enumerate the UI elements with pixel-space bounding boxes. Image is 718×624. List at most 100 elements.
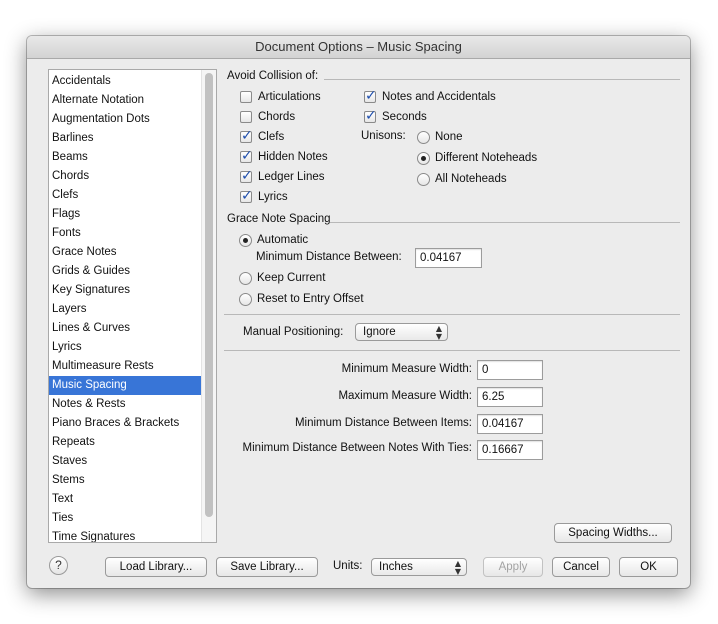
spacing-widths-button[interactable]: Spacing Widths... xyxy=(554,523,672,543)
save-library-button[interactable]: Save Library... xyxy=(216,557,318,577)
sidebar-item-music-spacing[interactable]: Music Spacing xyxy=(49,376,201,395)
sidebar-item-piano-braces-brackets[interactable]: Piano Braces & Brackets xyxy=(49,414,201,433)
unisons-label: Unisons: xyxy=(361,130,406,142)
sidebar-item-time-signatures[interactable]: Time Signatures xyxy=(49,528,201,542)
sidebar-item-notes-rests[interactable]: Notes & Rests xyxy=(49,395,201,414)
notes-accidentals-label: Notes and Accidentals xyxy=(382,91,496,103)
document-options-window: Document Options – Music Spacing Acciden… xyxy=(27,36,690,588)
notes-accidentals-option[interactable]: Notes and Accidentals xyxy=(364,88,496,105)
ledger-lines-option[interactable]: Ledger Lines xyxy=(240,168,325,185)
sidebar-item-fonts[interactable]: Fonts xyxy=(49,224,201,243)
lyrics-checkbox[interactable] xyxy=(240,188,253,204)
sidebar-item-lines-curves[interactable]: Lines & Curves xyxy=(49,319,201,338)
grace-automatic-label: Automatic xyxy=(257,234,309,246)
sidebar-item-flags[interactable]: Flags xyxy=(49,205,201,224)
manual-positioning-label: Manual Positioning: xyxy=(243,326,344,338)
articulations-checkbox[interactable] xyxy=(240,91,252,103)
sidebar-item-barlines[interactable]: Barlines xyxy=(49,129,201,148)
sidebar-item-repeats[interactable]: Repeats xyxy=(49,433,201,452)
manual-positioning-popup[interactable]: Ignore ▲ ▼ xyxy=(355,323,448,341)
unisons-all-radio[interactable] xyxy=(417,172,430,186)
ledger-lines-label: Ledger Lines xyxy=(258,171,325,183)
hidden-notes-option[interactable]: Hidden Notes xyxy=(240,148,328,165)
notes-accidentals-checkbox[interactable] xyxy=(364,88,377,104)
grace-keep-current-radio[interactable] xyxy=(239,271,252,285)
grace-min-distance-input[interactable]: 0.04167 xyxy=(415,248,482,268)
max-measure-width-input[interactable]: 6.25 xyxy=(477,387,543,407)
grace-reset-entry-option[interactable]: Reset to Entry Offset xyxy=(239,291,364,307)
sidebar-item-lyrics[interactable]: Lyrics xyxy=(49,338,201,357)
section-divider xyxy=(224,350,680,351)
sidebar-item-ties[interactable]: Ties xyxy=(49,509,201,528)
sidebar-item-text[interactable]: Text xyxy=(49,490,201,509)
sidebar-item-multimeasure-rests[interactable]: Multimeasure Rests xyxy=(49,357,201,376)
sidebar-item-grace-notes[interactable]: Grace Notes xyxy=(49,243,201,262)
min-measure-width-label: Minimum Measure Width: xyxy=(341,363,472,375)
avoid-collision-divider xyxy=(324,79,680,80)
grace-automatic-radio[interactable] xyxy=(239,233,252,247)
sidebar-item-chords[interactable]: Chords xyxy=(49,167,201,186)
cancel-button[interactable]: Cancel xyxy=(552,557,610,577)
sidebar-scrollbar-thumb[interactable] xyxy=(205,73,213,517)
lyrics-option[interactable]: Lyrics xyxy=(240,188,288,205)
seconds-label: Seconds xyxy=(382,111,427,123)
unisons-all-option[interactable]: All Noteheads xyxy=(417,171,507,187)
manual-positioning-value: Ignore xyxy=(363,326,396,338)
grace-reset-entry-radio[interactable] xyxy=(239,292,252,306)
clefs-option[interactable]: Clefs xyxy=(240,128,284,145)
grace-min-distance-label: Minimum Distance Between: xyxy=(256,251,402,263)
grace-spacing-heading: Grace Note Spacing xyxy=(227,213,331,225)
sidebar-item-stems[interactable]: Stems xyxy=(49,471,201,490)
min-distance-ties-input[interactable]: 0.16667 xyxy=(477,440,543,460)
grace-spacing-divider xyxy=(330,222,680,223)
articulations-option[interactable]: Articulations xyxy=(240,89,321,105)
clefs-checkbox[interactable] xyxy=(240,128,253,144)
min-distance-items-label: Minimum Distance Between Items: xyxy=(294,417,472,429)
sidebar-item-beams[interactable]: Beams xyxy=(49,148,201,167)
popup-arrows-icon: ▲ ▼ xyxy=(454,559,461,576)
category-list[interactable]: Accidentals Alternate Notation Augmentat… xyxy=(48,69,217,543)
popup-arrows-icon: ▲ ▼ xyxy=(435,324,442,341)
avoid-collision-heading: Avoid Collision of: xyxy=(227,70,319,82)
grace-keep-current-label: Keep Current xyxy=(257,272,326,284)
sidebar-item-clefs[interactable]: Clefs xyxy=(49,186,201,205)
help-button[interactable]: ? xyxy=(49,556,68,575)
ok-button[interactable]: OK xyxy=(619,557,678,577)
units-popup[interactable]: Inches ▲ ▼ xyxy=(371,558,467,576)
sidebar-item-grids-guides[interactable]: Grids & Guides xyxy=(49,262,201,281)
sidebar-item-accidentals[interactable]: Accidentals xyxy=(49,72,201,91)
seconds-option[interactable]: Seconds xyxy=(364,108,427,125)
ledger-lines-checkbox[interactable] xyxy=(240,168,253,184)
units-value: Inches xyxy=(379,561,413,573)
unisons-none-label: None xyxy=(435,131,463,143)
section-divider xyxy=(224,314,680,315)
max-measure-width-label: Maximum Measure Width: xyxy=(338,390,472,402)
grace-reset-entry-label: Reset to Entry Offset xyxy=(257,293,364,305)
sidebar-item-layers[interactable]: Layers xyxy=(49,300,201,319)
sidebar-item-staves[interactable]: Staves xyxy=(49,452,201,471)
load-library-button[interactable]: Load Library... xyxy=(105,557,207,577)
min-distance-items-input[interactable]: 0.04167 xyxy=(477,414,543,434)
apply-button[interactable]: Apply xyxy=(483,557,543,577)
hidden-notes-checkbox[interactable] xyxy=(240,148,253,164)
sidebar-item-augmentation-dots[interactable]: Augmentation Dots xyxy=(49,110,201,129)
unisons-different-option[interactable]: Different Noteheads xyxy=(417,150,537,166)
hidden-notes-label: Hidden Notes xyxy=(258,151,328,163)
sidebar-item-key-signatures[interactable]: Key Signatures xyxy=(49,281,201,300)
unisons-none-option[interactable]: None xyxy=(417,129,463,145)
sidebar-scrollbar[interactable] xyxy=(201,70,216,542)
sidebar-item-alternate-notation[interactable]: Alternate Notation xyxy=(49,91,201,110)
min-measure-width-input[interactable]: 0 xyxy=(477,360,543,380)
chords-checkbox[interactable] xyxy=(240,111,252,123)
units-label: Units: xyxy=(333,560,363,572)
grace-keep-current-option[interactable]: Keep Current xyxy=(239,270,325,286)
min-distance-ties-label: Minimum Distance Between Notes With Ties… xyxy=(242,442,472,454)
chords-label: Chords xyxy=(258,111,296,123)
chords-option[interactable]: Chords xyxy=(240,109,295,125)
seconds-checkbox[interactable] xyxy=(364,108,377,124)
grace-automatic-option[interactable]: Automatic xyxy=(239,232,308,248)
unisons-different-radio[interactable] xyxy=(417,151,430,165)
articulations-label: Articulations xyxy=(258,91,321,103)
unisons-none-radio[interactable] xyxy=(417,130,430,144)
lyrics-label: Lyrics xyxy=(258,191,288,203)
